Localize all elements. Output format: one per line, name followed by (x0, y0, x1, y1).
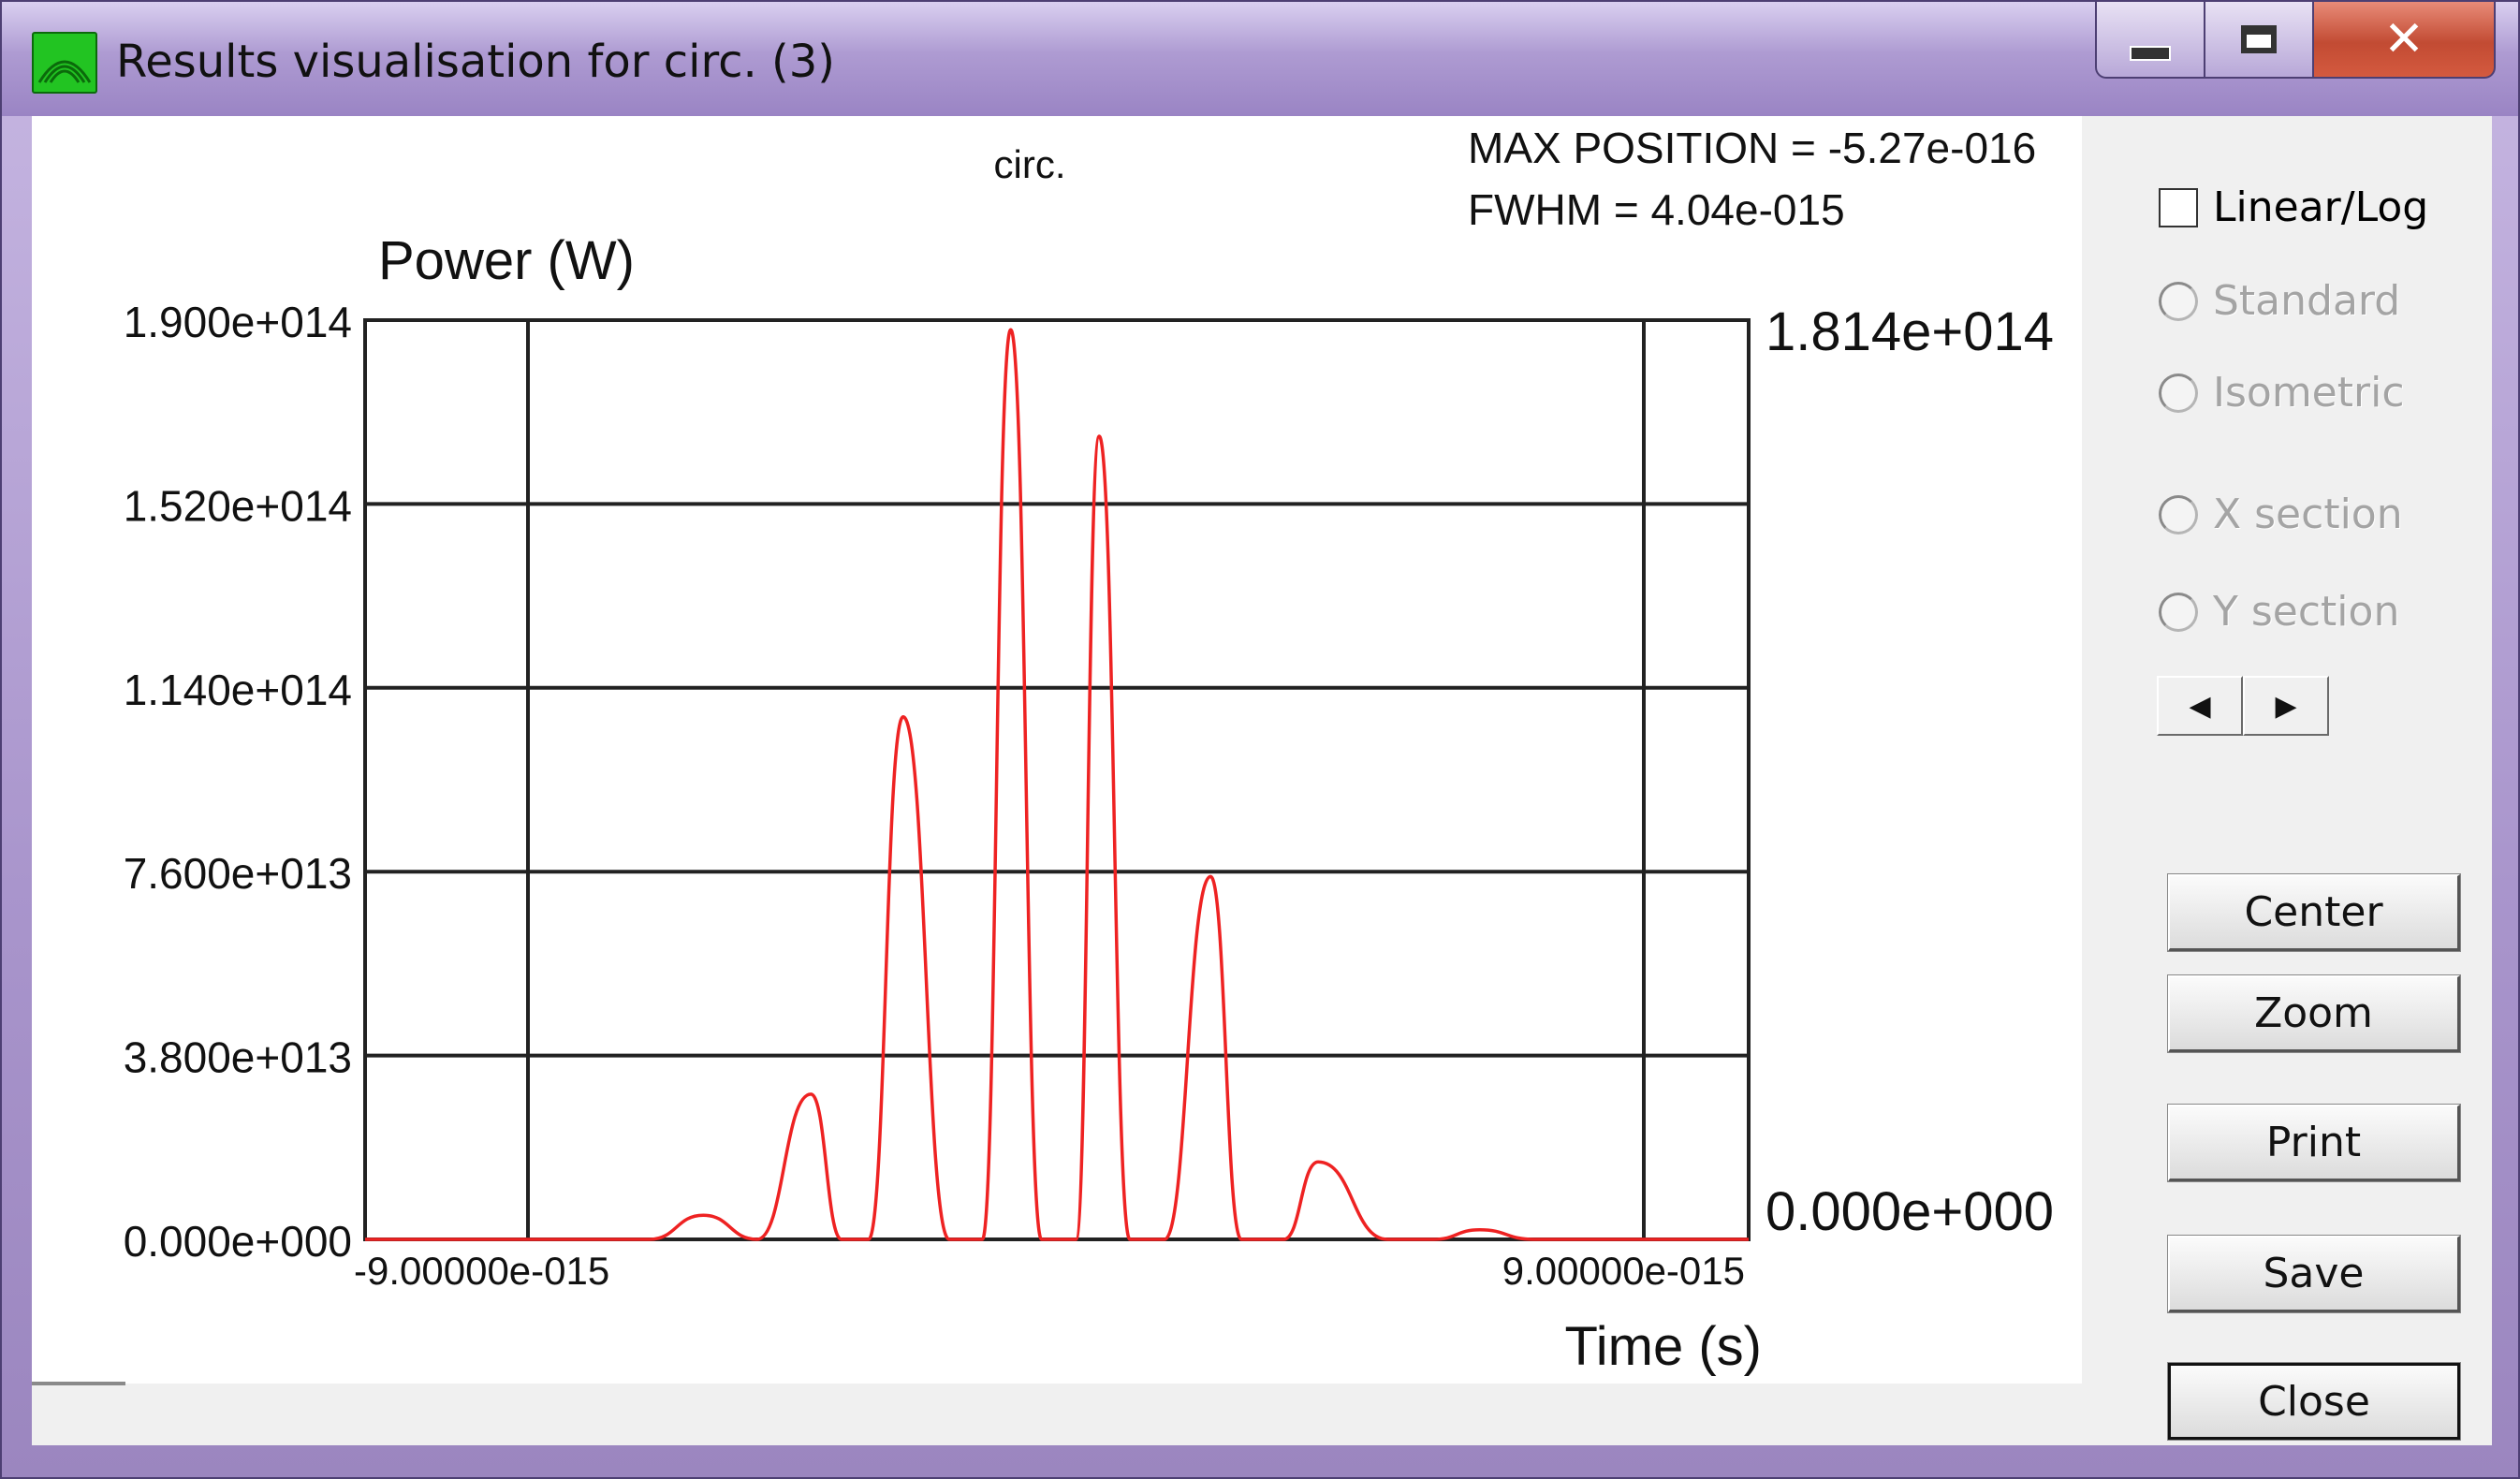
isometric-label: Isometric (2213, 369, 2405, 417)
standard-label: Standard (2213, 277, 2401, 325)
plot-area: circ. MAX POSITION = -5.27e-016 FWHM = 4… (32, 116, 2082, 1385)
linear-log-checkbox[interactable]: Linear/Log (2159, 183, 2428, 231)
y-section-label: Y section (2213, 588, 2400, 636)
y-tick-label: 0.000e+000 (124, 1217, 352, 1266)
next-section-button[interactable]: ▶ (2243, 676, 2329, 736)
y-axis-label: Power (W) (378, 230, 635, 291)
close-window-button[interactable]: ✕ (2312, 2, 2496, 79)
x-section-label: X section (2213, 491, 2403, 538)
x-tick-label: 9.00000e-015 (1502, 1249, 1745, 1293)
y-tick-label: 1.140e+014 (124, 666, 352, 714)
control-panel: Linear/Log Standard Isometric X section … (2082, 116, 2492, 1445)
y-tick-label: 1.900e+014 (124, 298, 352, 346)
title-bar[interactable]: Results visualisation for circ. (3) ✕ (2, 2, 2518, 116)
print-button[interactable]: Print (2167, 1104, 2461, 1182)
save-button[interactable]: Save (2167, 1235, 2461, 1313)
center-button[interactable]: Center (2167, 873, 2461, 952)
max-position-text: MAX POSITION = -5.27e-016 (1468, 124, 2036, 172)
radio-circle[interactable] (2159, 494, 2198, 534)
arrow-right-icon: ▶ (2275, 689, 2297, 723)
window-title: Results visualisation for circ. (3) (116, 36, 836, 88)
radio-circle[interactable] (2159, 373, 2198, 413)
close-button[interactable]: Close (2167, 1362, 2461, 1441)
client-area: circ. MAX POSITION = -5.27e-016 FWHM = 4… (32, 116, 2492, 1445)
x-section-radio[interactable]: X section (2159, 491, 2403, 538)
minimize-icon (2130, 46, 2171, 61)
y-tick-label: 7.600e+013 (124, 849, 352, 898)
y-section-radio[interactable]: Y section (2159, 588, 2399, 636)
close-icon: ✕ (2383, 11, 2425, 67)
fwhm-text: FWHM = 4.04e-015 (1468, 185, 1845, 234)
x-axis-label: Time (s) (1565, 1316, 1762, 1377)
right-axis-max-label: 1.814e+014 (1765, 301, 2054, 362)
right-axis-min-label: 0.000e+000 (1765, 1181, 2054, 1242)
minimize-button[interactable] (2095, 2, 2205, 79)
maximize-button[interactable] (2204, 2, 2314, 79)
isometric-radio[interactable]: Isometric (2159, 369, 2405, 417)
checkbox-box[interactable] (2159, 187, 2198, 227)
scroll-indicator (32, 1382, 125, 1385)
radio-circle[interactable] (2159, 281, 2198, 321)
zoom-button[interactable]: Zoom (2167, 974, 2461, 1053)
app-icon (32, 32, 97, 94)
y-tick-label: 1.520e+014 (124, 481, 352, 530)
linear-log-label: Linear/Log (2213, 183, 2429, 231)
prev-section-button[interactable]: ◀ (2157, 676, 2243, 736)
power-chart: circ. MAX POSITION = -5.27e-016 FWHM = 4… (124, 124, 2054, 1377)
power-series-line (364, 328, 1749, 1241)
maximize-icon (2241, 25, 2277, 53)
standard-radio[interactable]: Standard (2159, 277, 2400, 325)
radio-circle[interactable] (2159, 592, 2198, 632)
results-window: Results visualisation for circ. (3) ✕ ci… (0, 0, 2520, 1479)
y-tick-label: 3.800e+013 (124, 1033, 352, 1082)
chart-title: circ. (994, 142, 1066, 186)
arrow-left-icon: ◀ (2189, 689, 2211, 723)
plot-frame (363, 318, 1751, 1241)
x-tick-label: -9.00000e-015 (354, 1249, 609, 1293)
